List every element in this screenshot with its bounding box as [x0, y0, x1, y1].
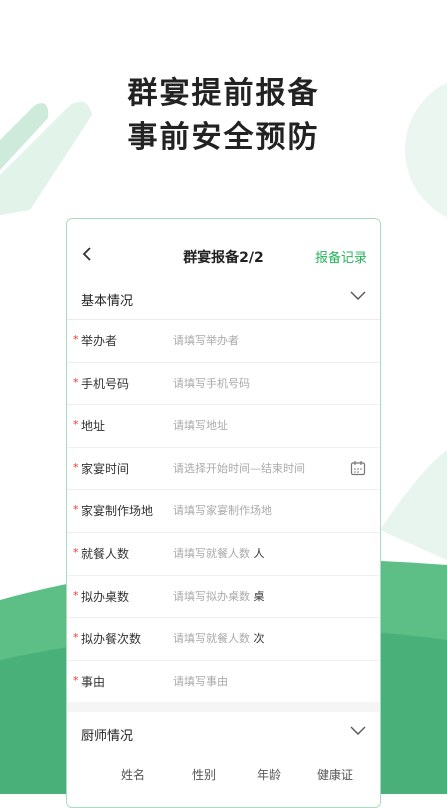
form-row-reason[interactable]: * 事由 请填写事由 — [67, 661, 380, 703]
field-label: 家宴制作场地 — [81, 504, 154, 519]
column-header: 健康证 — [317, 768, 354, 783]
chevron-down-icon — [350, 726, 366, 736]
column-header: 性别 — [192, 768, 217, 783]
field-label: 事由 — [81, 674, 106, 689]
field-label: 手机号码 — [81, 376, 130, 391]
required-mark: * — [73, 418, 79, 432]
hero-line-1: 群宴提前报备 — [127, 76, 320, 111]
form-row-diners[interactable]: * 就餐人数 请填写就餐人数 人 — [67, 533, 380, 576]
unit-label: 人 — [253, 546, 265, 560]
form-row-tables[interactable]: * 拟办桌数 请填写拟办桌数 桌 — [67, 576, 380, 619]
nav-bar: 群宴报备2/2 报备记录 — [67, 219, 380, 277]
tables-input[interactable]: 请填写拟办桌数 桌 — [173, 588, 265, 604]
column-header: 姓名 — [121, 768, 146, 783]
form-row-address[interactable]: * 地址 请填写地址 — [67, 405, 380, 448]
phone-input[interactable]: 请填写手机号码 — [173, 375, 250, 391]
section-basic-title: 基本情况 — [81, 294, 134, 309]
hero-line-2: 事前安全预防 — [127, 120, 320, 155]
column-header: 年龄 — [257, 768, 282, 783]
meals-input[interactable]: 请填写就餐人数 次 — [173, 630, 265, 646]
field-label: 拟办餐次数 — [81, 632, 142, 647]
required-mark: * — [73, 333, 79, 346]
required-mark: * — [73, 460, 79, 474]
diners-input[interactable]: 请填写就餐人数 人 — [173, 545, 265, 561]
field-label: 家宴时间 — [81, 461, 130, 476]
section-chef-header[interactable]: 厨师情况 — [67, 712, 380, 754]
field-label: 就餐人数 — [81, 546, 130, 561]
required-mark: * — [73, 545, 79, 559]
section-divider — [67, 702, 380, 713]
basic-form: * 举办者 请填写举办者 * 手机号码 请填写手机号码 * 地址 请填写地址 *… — [67, 320, 380, 702]
field-label: 地址 — [81, 419, 106, 434]
required-mark: * — [73, 375, 79, 389]
section-chef-title: 厨师情况 — [81, 729, 134, 745]
reason-input[interactable]: 请填写事由 — [173, 673, 228, 689]
field-label: 拟办桌数 — [81, 589, 130, 604]
record-link[interactable]: 报备记录 — [315, 247, 367, 266]
host-input[interactable]: 请填写举办者 — [173, 332, 239, 348]
chevron-down-icon — [350, 291, 366, 300]
required-mark: * — [73, 631, 79, 645]
chef-table-header: 姓名 性别 年龄 健康证 — [67, 754, 380, 794]
address-input[interactable]: 请填写地址 — [173, 417, 228, 433]
required-mark: * — [73, 673, 79, 687]
banquet-time-picker[interactable]: 请选择开始时间—结束时间 — [173, 460, 305, 476]
form-row-host[interactable]: * 举办者 请填写举办者 — [67, 320, 380, 363]
required-mark: * — [73, 588, 79, 602]
unit-label: 桌 — [253, 589, 265, 603]
required-mark: * — [73, 503, 79, 517]
calendar-icon[interactable] — [350, 460, 366, 476]
app-screen: 群宴报备2/2 报备记录 基本情况 * 举办者 请填写举办者 * 手机号码 请填… — [66, 218, 381, 808]
hero-headline: 群宴提前报备 事前安全预防 — [0, 72, 447, 160]
unit-label: 次 — [253, 632, 265, 646]
venue-input[interactable]: 请填写家宴制作场地 — [173, 502, 272, 518]
form-row-banquet-time[interactable]: * 家宴时间 请选择开始时间—结束时间 — [67, 448, 380, 491]
form-row-meals[interactable]: * 拟办餐次数 请填写就餐人数 次 — [67, 618, 380, 661]
form-row-phone[interactable]: * 手机号码 请填写手机号码 — [67, 363, 380, 406]
form-row-venue[interactable]: * 家宴制作场地 请填写家宴制作场地 — [67, 490, 380, 533]
field-label: 举办者 — [81, 334, 118, 348]
section-basic-header[interactable]: 基本情况 — [67, 277, 380, 320]
